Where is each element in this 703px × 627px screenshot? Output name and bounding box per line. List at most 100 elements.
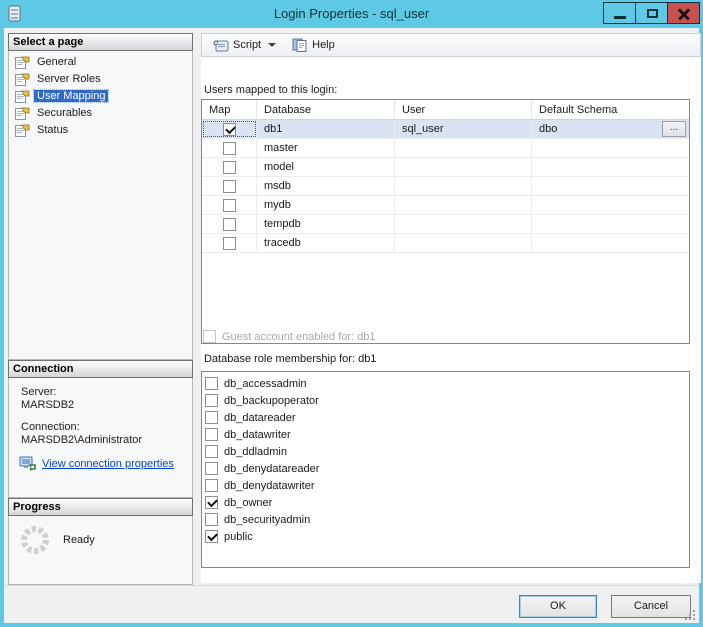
sidebar-item-securables[interactable]: Securables bbox=[15, 105, 192, 121]
window-title: Login Properties - sql_user bbox=[273, 6, 430, 21]
role-checkbox[interactable] bbox=[205, 445, 218, 458]
user-cell[interactable] bbox=[395, 196, 532, 214]
table-row[interactable]: mydb bbox=[202, 196, 689, 215]
role-checkbox[interactable] bbox=[205, 428, 218, 441]
sidebar-item-label: Status bbox=[37, 124, 69, 136]
role-checkbox[interactable] bbox=[205, 394, 218, 407]
map-checkbox[interactable] bbox=[222, 160, 236, 174]
table-row[interactable]: model bbox=[202, 158, 689, 177]
database-cell: tempdb bbox=[257, 215, 395, 233]
progress-header: Progress bbox=[8, 498, 193, 516]
connection-properties-icon bbox=[19, 456, 36, 471]
resize-grip-icon[interactable] bbox=[685, 610, 695, 620]
sidebar-item-label: General bbox=[37, 56, 77, 68]
map-checkbox[interactable] bbox=[222, 236, 236, 250]
user-cell[interactable] bbox=[395, 177, 532, 195]
column-header-user: User bbox=[395, 100, 532, 120]
database-cell: mydb bbox=[257, 196, 395, 214]
titlebar: Login Properties - sql_user bbox=[0, 0, 703, 28]
table-row[interactable]: tempdb bbox=[202, 215, 689, 234]
role-checkbox[interactable] bbox=[205, 530, 218, 543]
chevron-down-icon bbox=[268, 43, 277, 47]
default-schema-cell[interactable] bbox=[532, 196, 689, 214]
user-mapping-table: Map Database User Default Schema db1 sql… bbox=[201, 99, 690, 344]
default-schema-cell[interactable] bbox=[532, 215, 689, 233]
default-schema-cell[interactable] bbox=[532, 158, 689, 176]
close-button[interactable] bbox=[667, 2, 700, 24]
map-checkbox[interactable] bbox=[222, 122, 236, 136]
table-row[interactable]: msdb bbox=[202, 177, 689, 196]
browse-schema-button[interactable]: ... bbox=[662, 121, 686, 137]
role-label: db_owner bbox=[224, 496, 273, 509]
connection-header: Connection bbox=[8, 360, 193, 378]
role-label: db_backupoperator bbox=[224, 394, 319, 407]
table-row[interactable]: tracedb bbox=[202, 234, 689, 253]
guest-account-label: Guest account enabled for: db1 bbox=[222, 330, 376, 343]
table-row[interactable]: db1 sql_user dbo ... bbox=[202, 120, 689, 139]
list-item[interactable]: db_backupoperator bbox=[205, 392, 689, 409]
user-cell[interactable] bbox=[395, 158, 532, 176]
sidebar-item-user-mapping[interactable]: User Mapping bbox=[15, 88, 192, 104]
role-label: public bbox=[224, 530, 253, 543]
sidebar-item-general[interactable]: General bbox=[15, 54, 192, 70]
connection-value: MARSDB2\Administrator bbox=[21, 434, 143, 446]
map-checkbox[interactable] bbox=[222, 141, 236, 155]
default-schema-cell[interactable] bbox=[532, 139, 689, 157]
role-checkbox[interactable] bbox=[205, 411, 218, 424]
property-page-icon bbox=[15, 56, 30, 69]
user-cell[interactable] bbox=[395, 234, 532, 252]
connection-panel: Server: MARSDB2 Connection: MARSDB2\Admi… bbox=[8, 378, 193, 498]
sidebar-item-server-roles[interactable]: Server Roles bbox=[15, 71, 192, 87]
connection-label: Connection: bbox=[21, 421, 80, 433]
list-item[interactable]: db_denydatareader bbox=[205, 460, 689, 477]
login-properties-dialog: Login Properties - sql_user Select a pag… bbox=[0, 0, 703, 627]
list-item[interactable]: db_ddladmin bbox=[205, 443, 689, 460]
database-cell: msdb bbox=[257, 177, 395, 195]
map-checkbox[interactable] bbox=[222, 198, 236, 212]
cancel-button[interactable]: Cancel bbox=[611, 595, 691, 618]
role-checkbox[interactable] bbox=[205, 513, 218, 526]
role-checkbox[interactable] bbox=[205, 479, 218, 492]
list-item[interactable]: db_datawriter bbox=[205, 426, 689, 443]
list-item[interactable]: db_datareader bbox=[205, 409, 689, 426]
progress-panel: Ready bbox=[8, 516, 193, 585]
column-header-database: Database bbox=[257, 100, 395, 120]
list-item[interactable]: db_securityadmin bbox=[205, 511, 689, 528]
role-label: db_datawriter bbox=[224, 428, 291, 441]
list-item[interactable]: db_owner bbox=[205, 494, 689, 511]
help-label: Help bbox=[312, 39, 335, 51]
script-label: Script bbox=[233, 39, 262, 51]
database-cell: master bbox=[257, 139, 395, 157]
table-row[interactable]: master bbox=[202, 139, 689, 158]
user-cell[interactable]: sql_user bbox=[395, 120, 532, 138]
help-button[interactable]: Help bbox=[288, 35, 339, 55]
role-label: db_accessadmin bbox=[224, 377, 307, 390]
role-label: db_datareader bbox=[224, 411, 296, 424]
minimize-button[interactable] bbox=[603, 2, 636, 24]
default-schema-cell[interactable]: dbo ... bbox=[532, 120, 689, 138]
role-checkbox[interactable] bbox=[205, 377, 218, 390]
database-cell: tracedb bbox=[257, 234, 395, 252]
map-checkbox[interactable] bbox=[222, 179, 236, 193]
users-mapped-label: Users mapped to this login: bbox=[204, 84, 338, 96]
footer: OK Cancel bbox=[4, 585, 699, 623]
sidebar-item-status[interactable]: Status bbox=[15, 122, 192, 138]
view-connection-properties-link[interactable]: View connection properties bbox=[42, 458, 174, 470]
minimize-icon bbox=[614, 16, 626, 19]
default-schema-cell[interactable] bbox=[532, 177, 689, 195]
select-a-page-panel: General Server Roles User Mapping Secura… bbox=[8, 51, 193, 360]
list-item[interactable]: public bbox=[205, 528, 689, 545]
role-membership-label: Database role membership for: db1 bbox=[204, 353, 377, 365]
role-label: db_denydatareader bbox=[224, 462, 320, 475]
maximize-button[interactable] bbox=[635, 2, 668, 24]
role-checkbox[interactable] bbox=[205, 496, 218, 509]
map-checkbox[interactable] bbox=[222, 217, 236, 231]
role-checkbox[interactable] bbox=[205, 462, 218, 475]
ok-button[interactable]: OK bbox=[519, 595, 597, 618]
script-button[interactable]: Script bbox=[209, 35, 280, 55]
default-schema-cell[interactable] bbox=[532, 234, 689, 252]
user-cell[interactable] bbox=[395, 215, 532, 233]
list-item[interactable]: db_denydatawriter bbox=[205, 477, 689, 494]
user-cell[interactable] bbox=[395, 139, 532, 157]
list-item[interactable]: db_accessadmin bbox=[205, 375, 689, 392]
